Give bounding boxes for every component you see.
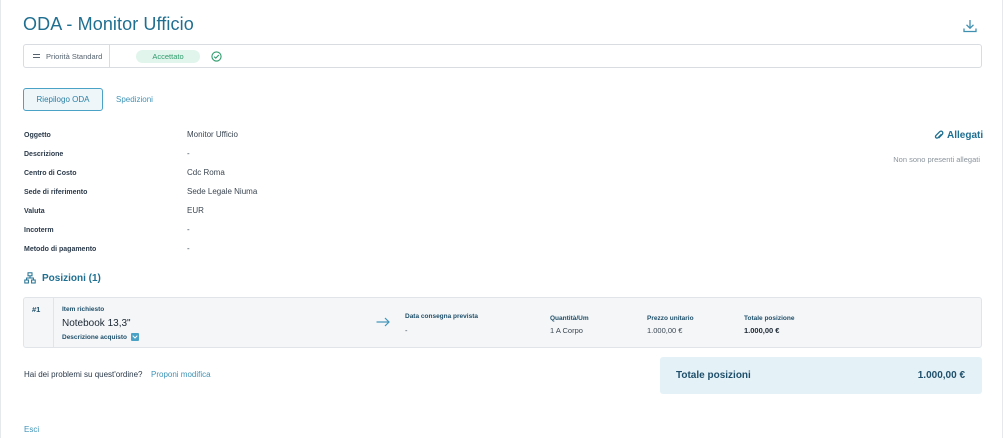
field-label-sede: Sede di riferimento bbox=[24, 189, 88, 196]
field-value-sede: Sede Legale Niuma bbox=[187, 187, 258, 196]
field-value-descrizione: - bbox=[187, 149, 190, 158]
delivery-label: Data consegna prevista bbox=[405, 313, 478, 320]
arrow-right-icon bbox=[376, 317, 390, 327]
tab-riepilogo-oda[interactable]: Riepilogo ODA bbox=[23, 88, 103, 111]
proponi-modifica-link[interactable]: Proponi modifica bbox=[151, 370, 211, 379]
paperclip-icon bbox=[934, 130, 944, 139]
priority-icon bbox=[33, 54, 40, 58]
desc-link-label: Descrizione acquisto bbox=[62, 333, 128, 341]
delivery-value: - bbox=[405, 326, 408, 335]
field-value-incoterm: - bbox=[187, 225, 190, 234]
price-label: Prezzo unitario bbox=[647, 315, 694, 322]
check-circle-icon bbox=[211, 51, 222, 62]
price-value: 1.000,00 € bbox=[647, 326, 683, 335]
field-label-incoterm: Incoterm bbox=[24, 227, 54, 234]
totale-label: Totale posizioni bbox=[676, 370, 751, 381]
help-text: Hai dei problemi su quest'ordine? bbox=[24, 370, 143, 379]
page-title: ODA - Monitor Ufficio bbox=[23, 14, 194, 34]
chevron-down-icon bbox=[131, 333, 140, 341]
status-bar: Priorità Standard Accettato bbox=[23, 44, 982, 68]
position-number: #1 bbox=[24, 298, 54, 347]
qty-label: Quantità/Um bbox=[550, 315, 589, 322]
field-label-oggetto: Oggetto bbox=[24, 132, 51, 139]
field-label-centro-costo: Centro di Costo bbox=[24, 170, 77, 177]
priority-label: Priorità Standard bbox=[46, 51, 103, 61]
item-label: Item richiesto bbox=[62, 306, 105, 313]
esci-link[interactable]: Esci bbox=[24, 425, 39, 434]
field-label-valuta: Valuta bbox=[24, 208, 45, 215]
allegati-heading[interactable]: Allegati bbox=[934, 130, 983, 141]
hierarchy-icon bbox=[24, 272, 36, 284]
field-value-metodo-pagamento: - bbox=[187, 244, 190, 253]
allegati-title: Allegati bbox=[947, 130, 984, 141]
positions-title: Posizioni (1) bbox=[42, 272, 101, 284]
positions-heading: Posizioni (1) bbox=[24, 272, 101, 284]
field-value-oggetto: Monitor Ufficio bbox=[187, 130, 238, 139]
priority-indicator: Priorità Standard bbox=[24, 45, 110, 67]
page-frame: ODA - Monitor Ufficio Priorità Standard … bbox=[0, 0, 1003, 438]
field-value-valuta: EUR bbox=[187, 206, 204, 215]
item-name: Notebook 13,3" bbox=[62, 318, 131, 329]
descrizione-acquisto-toggle[interactable]: Descrizione acquisto bbox=[62, 333, 140, 341]
status-badge: Accettato bbox=[136, 50, 200, 63]
allegati-empty-text: Non sono presenti allegati bbox=[893, 155, 980, 164]
totale-posizioni-box: Totale posizioni 1.000,00 € bbox=[660, 357, 982, 394]
total-position-value: 1.000,00 € bbox=[744, 326, 780, 335]
tab-spedizioni[interactable]: Spedizioni bbox=[116, 95, 153, 104]
field-label-metodo-pagamento: Metodo di pagamento bbox=[24, 246, 97, 253]
field-label-descrizione: Descrizione bbox=[24, 151, 64, 158]
field-value-centro-costo: Cdc Roma bbox=[187, 168, 225, 177]
position-card: #1 Item richiesto Notebook 13,3" Descriz… bbox=[23, 297, 982, 348]
qty-value: 1 A Corpo bbox=[550, 326, 583, 335]
totale-value: 1.000,00 € bbox=[917, 370, 965, 381]
total-position-label: Totale posizione bbox=[744, 315, 795, 322]
download-icon[interactable] bbox=[962, 18, 978, 34]
